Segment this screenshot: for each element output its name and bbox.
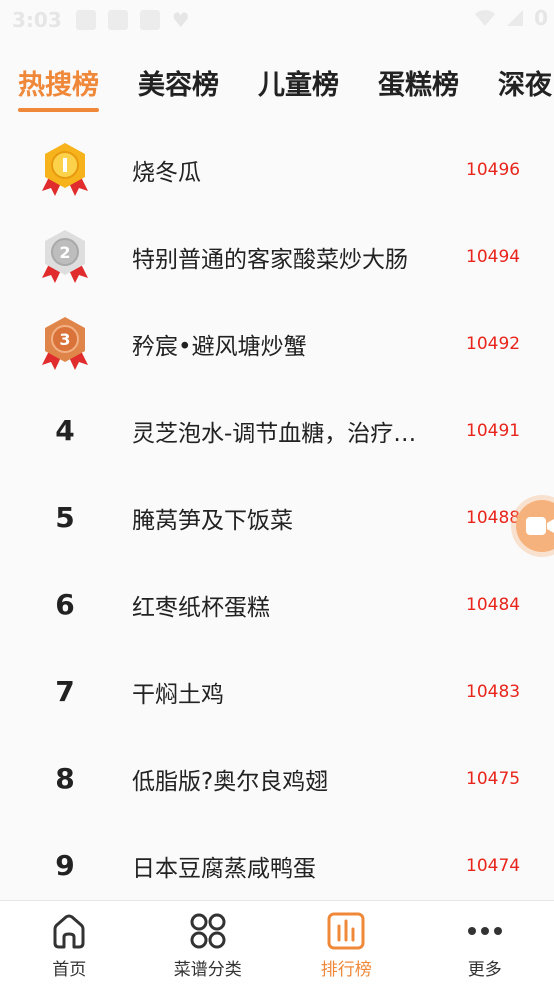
ranking-row[interactable]: 5 腌莴笋及下饭菜 10488 (0, 474, 554, 561)
video-notification-icon (75, 10, 96, 30)
nav-more[interactable]: 更多 (416, 901, 554, 984)
ranking-row[interactable]: 3 矜宸•避风塘炒蟹 10492 (0, 300, 554, 387)
nav-home-label: 首页 (52, 960, 87, 980)
recipe-title: 灵芝泡水-调节血糖，治疗… (132, 420, 417, 447)
wifi-icon (475, 10, 496, 26)
nav-recipe-categories-label: 菜谱分类 (173, 960, 242, 980)
bottom-navigation: 首页 菜谱分类 排行榜 更多 (0, 900, 554, 984)
search-count: 10492 (466, 333, 521, 354)
more-icon (467, 927, 502, 935)
tab-hot-search[interactable]: 热搜榜 (18, 68, 99, 112)
rank-number: 4 (55, 414, 75, 447)
search-count: 10474 (466, 855, 521, 876)
grid-icon (190, 913, 226, 949)
tab-late-night[interactable]: 深夜 (498, 68, 552, 112)
heart-notification-icon: ♥ (171, 8, 190, 32)
search-count: 10483 (466, 681, 521, 702)
ranking-row[interactable]: 8 低脂版?奥尔良鸡翅 10475 (0, 735, 554, 822)
signal-icon (507, 10, 524, 26)
nav-more-label: 更多 (467, 960, 502, 980)
recipe-title: 日本豆腐蒸咸鸭蛋 (132, 855, 316, 882)
ranking-row[interactable]: 7 干焖土鸡 10483 (0, 648, 554, 735)
tab-cake[interactable]: 蛋糕榜 (378, 68, 459, 112)
nav-ranking[interactable]: 排行榜 (277, 901, 416, 984)
recipe-title: 干焖土鸡 (132, 681, 224, 708)
gold-medal-icon (36, 141, 94, 199)
video-camera-icon (526, 517, 554, 535)
rank-number: 9 (55, 849, 75, 882)
search-count: 10484 (466, 594, 521, 615)
chart-icon (327, 912, 365, 950)
ranking-row[interactable]: 烧冬瓜 10496 (0, 126, 554, 213)
ranking-row[interactable]: 9 日本豆腐蒸咸鸭蛋 10474 (0, 822, 554, 909)
tab-kids[interactable]: 儿童榜 (258, 68, 339, 112)
search-count: 10475 (466, 768, 521, 789)
search-count: 10494 (466, 246, 521, 267)
silver-medal-icon: 2 (36, 228, 94, 286)
rank-number: 6 (55, 588, 75, 621)
nav-home[interactable]: 首页 (0, 901, 139, 984)
status-bar: 3:03 ♥ 0 (0, 0, 554, 40)
recipe-title: 烧冬瓜 (132, 159, 201, 186)
ranking-row[interactable]: 4 灵芝泡水-调节血糖，治疗… 10491 (0, 387, 554, 474)
recipe-title: 特别普通的客家酸菜炒大肠 (132, 246, 408, 273)
status-time: 3:03 (12, 8, 62, 32)
ranking-row[interactable]: 2 特别普通的客家酸菜炒大肠 10494 (0, 213, 554, 300)
bronze-medal-icon: 3 (36, 315, 94, 373)
recipe-title: 红枣纸杯蛋糕 (132, 594, 270, 621)
recipe-title: 腌莴笋及下饭菜 (132, 507, 293, 534)
rank-number: 5 (55, 501, 75, 534)
silver-medal-number: 2 (59, 243, 70, 262)
search-count: 10491 (466, 420, 521, 441)
app-notification-icon (107, 10, 128, 30)
status-system-icons: 0 (474, 6, 548, 30)
nav-ranking-label: 排行榜 (320, 960, 372, 980)
ranking-row[interactable]: 6 红枣纸杯蛋糕 10484 (0, 561, 554, 648)
ranking-tabs: 热搜榜 美容榜 儿童榜 蛋糕榜 深夜 (0, 60, 554, 116)
recipe-title: 低脂版?奥尔良鸡翅 (132, 768, 329, 795)
rank-number: 8 (55, 762, 75, 795)
status-notification-icons: ♥ (75, 8, 190, 32)
tab-beauty[interactable]: 美容榜 (138, 68, 219, 112)
home-icon (53, 914, 85, 949)
image-notification-icon (139, 10, 160, 30)
recipe-title: 矜宸•避风塘炒蟹 (132, 333, 307, 360)
bronze-medal-number: 3 (59, 330, 70, 349)
search-count: 10496 (466, 159, 521, 180)
nav-recipe-categories[interactable]: 菜谱分类 (139, 901, 278, 984)
search-count: 10488 (466, 507, 521, 528)
rank-number: 7 (55, 675, 75, 708)
battery-text: 0 (534, 6, 548, 30)
